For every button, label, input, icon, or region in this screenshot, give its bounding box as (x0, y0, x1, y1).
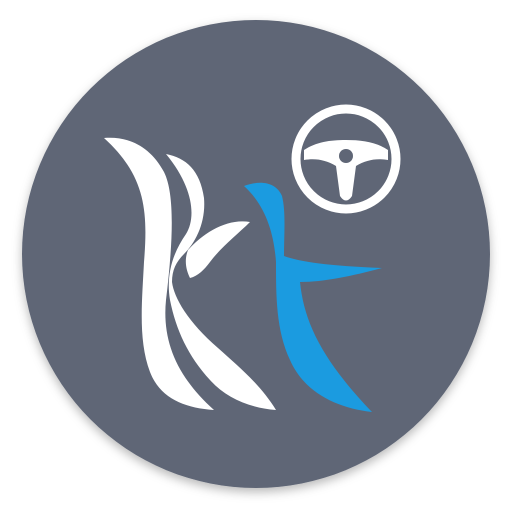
app-icon-canvas (0, 0, 512, 512)
app-icon (22, 20, 490, 488)
icon-background-circle (22, 20, 490, 488)
steering-wheel-hub (339, 149, 353, 163)
